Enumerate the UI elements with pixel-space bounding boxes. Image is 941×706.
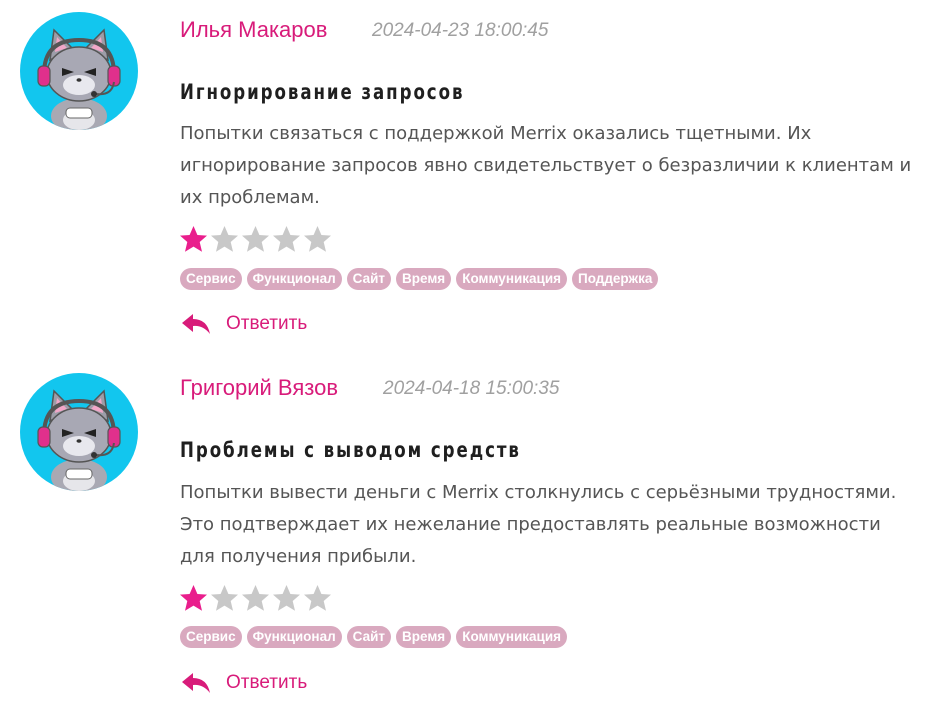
reply-label[interactable]: Ответить [226,313,307,335]
star-empty-icon [211,585,238,611]
star-filled-icon [180,585,207,611]
review-card: Илья Макаров 2024-04-23 18:00:45 Игнорир… [0,0,941,353]
tag[interactable]: Сайт [346,268,391,290]
tag[interactable]: Коммуникация [456,268,568,290]
star-empty-icon [304,585,331,611]
tag[interactable]: Коммуникация [456,626,568,648]
star-empty-icon [273,585,300,611]
reply-button[interactable]: Ответить [180,312,307,336]
star-empty-icon [273,226,300,252]
tag-list: Сервис Функционал Сайт Время Коммуникаци… [180,268,659,290]
tag[interactable]: Сервис [180,626,242,648]
review-date: 2024-04-23 18:00:45 [372,20,549,41]
tag[interactable]: Поддержка [572,268,659,290]
review-title: Проблемы с выводом средств [180,438,521,462]
review-text: Попытки связаться с поддержкой Merrix ок… [180,123,912,208]
star-empty-icon [242,226,269,252]
review-title: Игнорирование запросов [180,80,465,104]
avatar [20,12,138,130]
tag[interactable]: Сервис [180,268,242,290]
star-empty-icon [304,226,331,252]
gamer-cat-avatar-icon [37,28,121,130]
star-rating [178,224,333,256]
reply-arrow-icon [182,314,210,334]
review-card: Григорий Вязов 2024-04-18 15:00:35 Пробл… [0,353,941,706]
tag[interactable]: Сайт [346,626,391,648]
star-empty-icon [211,226,238,252]
author-name[interactable]: Илья Макаров [180,17,327,43]
tag[interactable]: Функционал [246,268,342,290]
avatar [20,373,138,491]
review-date: 2024-04-18 15:00:35 [383,378,560,399]
reply-label[interactable]: Ответить [226,672,307,694]
tag[interactable]: Время [396,268,452,290]
star-filled-icon [180,226,207,252]
gamer-cat-avatar-icon [37,389,121,491]
reply-arrow-icon [182,673,210,693]
tag[interactable]: Функционал [246,626,342,648]
author-name[interactable]: Григорий Вязов [180,375,338,401]
reply-button[interactable]: Ответить [180,671,307,695]
star-rating [178,583,333,615]
tag-list: Сервис Функционал Сайт Время Коммуникаци… [180,626,568,648]
tag[interactable]: Время [396,626,452,648]
review-text: Попытки вывести деньги с Merrix столкнул… [180,482,897,567]
star-empty-icon [242,585,269,611]
